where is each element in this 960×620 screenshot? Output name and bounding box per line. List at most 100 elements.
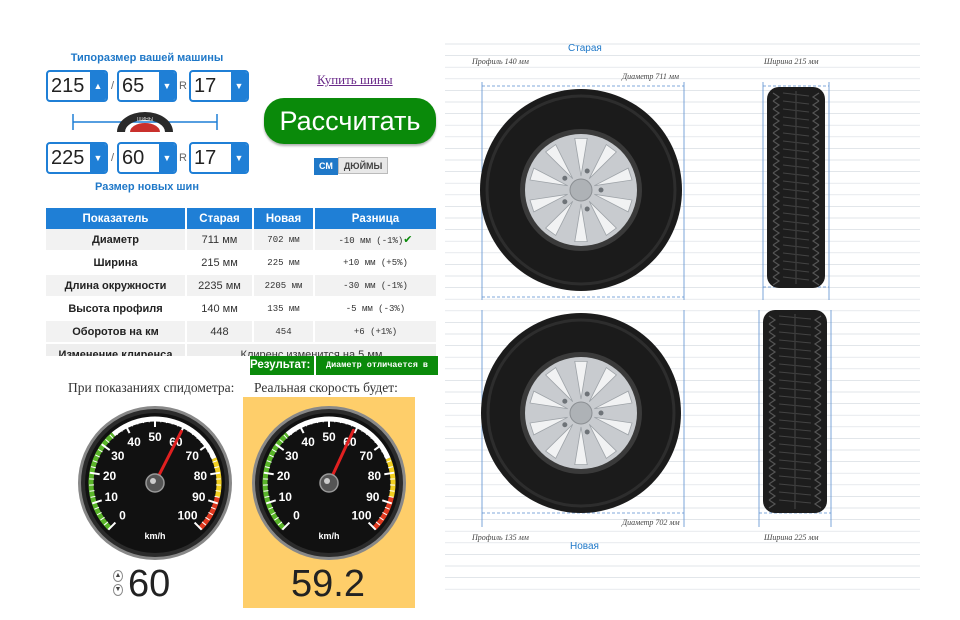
result-row: Результат: Диаметр отличается в рамках 3… xyxy=(46,356,438,389)
table-row: Оборотов на км 448 454 +6 (+1%) xyxy=(46,320,438,344)
row-label: Ширина xyxy=(46,251,187,275)
col-header-diff: Разница xyxy=(314,208,438,229)
svg-text:ШИНЫ: ШИНЫ xyxy=(137,117,154,123)
unit-toggle: СМ ДЮЙМЫ xyxy=(314,157,389,175)
tyre-drawings xyxy=(480,82,832,527)
gauge-tick-label: 0 xyxy=(293,509,300,523)
new-profile-select[interactable]: 60 ▼ xyxy=(117,142,177,174)
row-label: Высота профиля xyxy=(46,297,187,321)
chevron-down-icon: ▲ xyxy=(90,72,106,100)
chevron-down-icon: ▼ xyxy=(159,144,175,172)
gauge-tick-label: 10 xyxy=(279,490,293,504)
chevron-down-icon[interactable]: ▼ xyxy=(113,584,123,596)
new-caption: Новая xyxy=(570,541,599,552)
row-label: Оборотов на км xyxy=(46,320,187,344)
table-row: Высота профиля 140 мм 135 мм -5 мм (-3%) xyxy=(46,297,438,321)
gauge-tick-label: 70 xyxy=(360,449,374,463)
gauge-tick-label: 30 xyxy=(285,449,299,463)
new-tread-icon xyxy=(763,310,827,513)
buy-tyres-link[interactable]: Купить шины xyxy=(317,72,393,88)
check-icon: ✔ xyxy=(403,233,413,246)
row-old: 140 мм xyxy=(186,297,254,321)
row-new: 135 мм xyxy=(253,297,315,321)
unit-inches-button[interactable]: ДЮЙМЫ xyxy=(337,157,389,174)
row-old: 448 xyxy=(186,320,254,344)
new-wheel-icon xyxy=(481,313,681,513)
gauge-tick-label: 90 xyxy=(192,490,206,504)
tyre-diagram: Старая Профиль 140 мм Диаметр 711 мм Шир… xyxy=(445,42,920,600)
table-row: Диаметр 711 мм 702 мм -10 мм (-1%)✔ xyxy=(46,229,438,252)
row-old: 711 мм xyxy=(186,229,254,252)
size-separator: / xyxy=(111,152,115,164)
real-speed-value: 59.2 xyxy=(291,563,365,605)
size-separator: / xyxy=(111,80,115,92)
gauge-tick-label: 80 xyxy=(194,469,208,483)
real-speed-label: Реальная скорость будет: xyxy=(254,380,398,395)
gauge-tick-label: 20 xyxy=(277,469,291,483)
chevron-up-icon[interactable]: ▲ xyxy=(113,570,123,582)
col-header-old: Старая xyxy=(186,208,254,229)
gauge-tick-label: 100 xyxy=(352,509,372,523)
speedometer-input-label: При показаниях спидометра: xyxy=(68,380,235,395)
old-rim-select[interactable]: 17 ▼ xyxy=(189,70,249,102)
row-label: Длина окружности xyxy=(46,274,187,298)
old-tread-icon xyxy=(767,87,825,288)
new-profile-value: 60 xyxy=(122,147,145,169)
new-width-label: Ширина 225 мм xyxy=(764,533,819,542)
new-rim-value: 17 xyxy=(194,147,217,169)
old-rim-value: 17 xyxy=(194,75,217,97)
speedometer-input-value[interactable]: 60 xyxy=(128,563,170,606)
gauge-unit-label: km/h xyxy=(144,531,165,541)
row-diff: -5 мм (-3%) xyxy=(314,297,438,321)
old-width-value: 215 xyxy=(51,75,85,97)
gauge-tick-label: 90 xyxy=(366,490,380,504)
speed-stepper[interactable]: ▲ ▼ xyxy=(113,570,123,596)
car-size-title: Типоразмер вашей машины xyxy=(70,52,224,64)
unit-cm-button[interactable]: СМ xyxy=(314,158,338,175)
new-profile-label: Профиль 135 мм xyxy=(472,533,529,542)
row-new: 702 мм xyxy=(253,229,315,252)
old-width-select[interactable]: 215 ▲ xyxy=(46,70,108,102)
tyre-logo-icon: ШИНЫ xyxy=(117,112,173,132)
result-label: Результат: xyxy=(250,356,314,375)
speedometer-gauge: 0102030405060708090100km/h xyxy=(78,406,232,560)
row-diff-text: -10 мм (-1%) xyxy=(338,236,404,246)
new-width-value: 225 xyxy=(51,147,85,169)
chevron-down-icon: ▼ xyxy=(231,144,247,172)
new-rim-select[interactable]: 17 ▼ xyxy=(189,142,249,174)
gauge-tick-label: 50 xyxy=(148,430,162,444)
row-old: 2235 мм xyxy=(186,274,254,298)
col-header-metric: Показатель xyxy=(46,208,187,229)
row-new: 2205 мм xyxy=(253,274,315,298)
old-profile-select[interactable]: 65 ▼ xyxy=(117,70,177,102)
gauge-tick-label: 30 xyxy=(111,449,125,463)
chevron-down-icon: ▼ xyxy=(231,72,247,100)
comparison-table: Показатель Старая Новая Разница Диаметр … xyxy=(46,208,438,367)
gauge-tick-label: 70 xyxy=(186,449,200,463)
row-label: Диаметр xyxy=(46,229,187,252)
gauge-tick-label: 20 xyxy=(103,469,117,483)
gauge-tick-label: 100 xyxy=(178,509,198,523)
row-diff: +6 (+1%) xyxy=(314,320,438,344)
chevron-down-icon: ▼ xyxy=(90,144,106,172)
gauge-tick-label: 0 xyxy=(119,509,126,523)
gauge-unit-label: km/h xyxy=(318,531,339,541)
table-row: Ширина 215 мм 225 мм +10 мм (+5%) xyxy=(46,251,438,275)
result-value: Диаметр отличается в рамках 3%. xyxy=(314,356,438,389)
row-new: 454 xyxy=(253,320,315,344)
chevron-down-icon: ▼ xyxy=(159,72,175,100)
old-profile-value: 65 xyxy=(122,75,145,97)
gauge-tick-label: 80 xyxy=(368,469,382,483)
new-width-select[interactable]: 225 ▼ xyxy=(46,142,108,174)
size-link-bracket: ШИНЫ xyxy=(72,112,218,132)
new-diameter-label: Диаметр 702 мм xyxy=(622,518,680,527)
gauge-tick-label: 40 xyxy=(301,435,315,449)
new-size-title: Размер новых шин xyxy=(95,181,199,193)
row-diff: +10 мм (+5%) xyxy=(314,251,438,275)
r-label: R xyxy=(179,152,187,164)
calculate-button[interactable]: Рассчитать xyxy=(264,98,436,144)
gauge-tick-label: 40 xyxy=(127,435,141,449)
gauge-tick-label: 10 xyxy=(105,490,119,504)
row-new: 225 мм xyxy=(253,251,315,275)
gauge-tick-label: 50 xyxy=(322,430,336,444)
